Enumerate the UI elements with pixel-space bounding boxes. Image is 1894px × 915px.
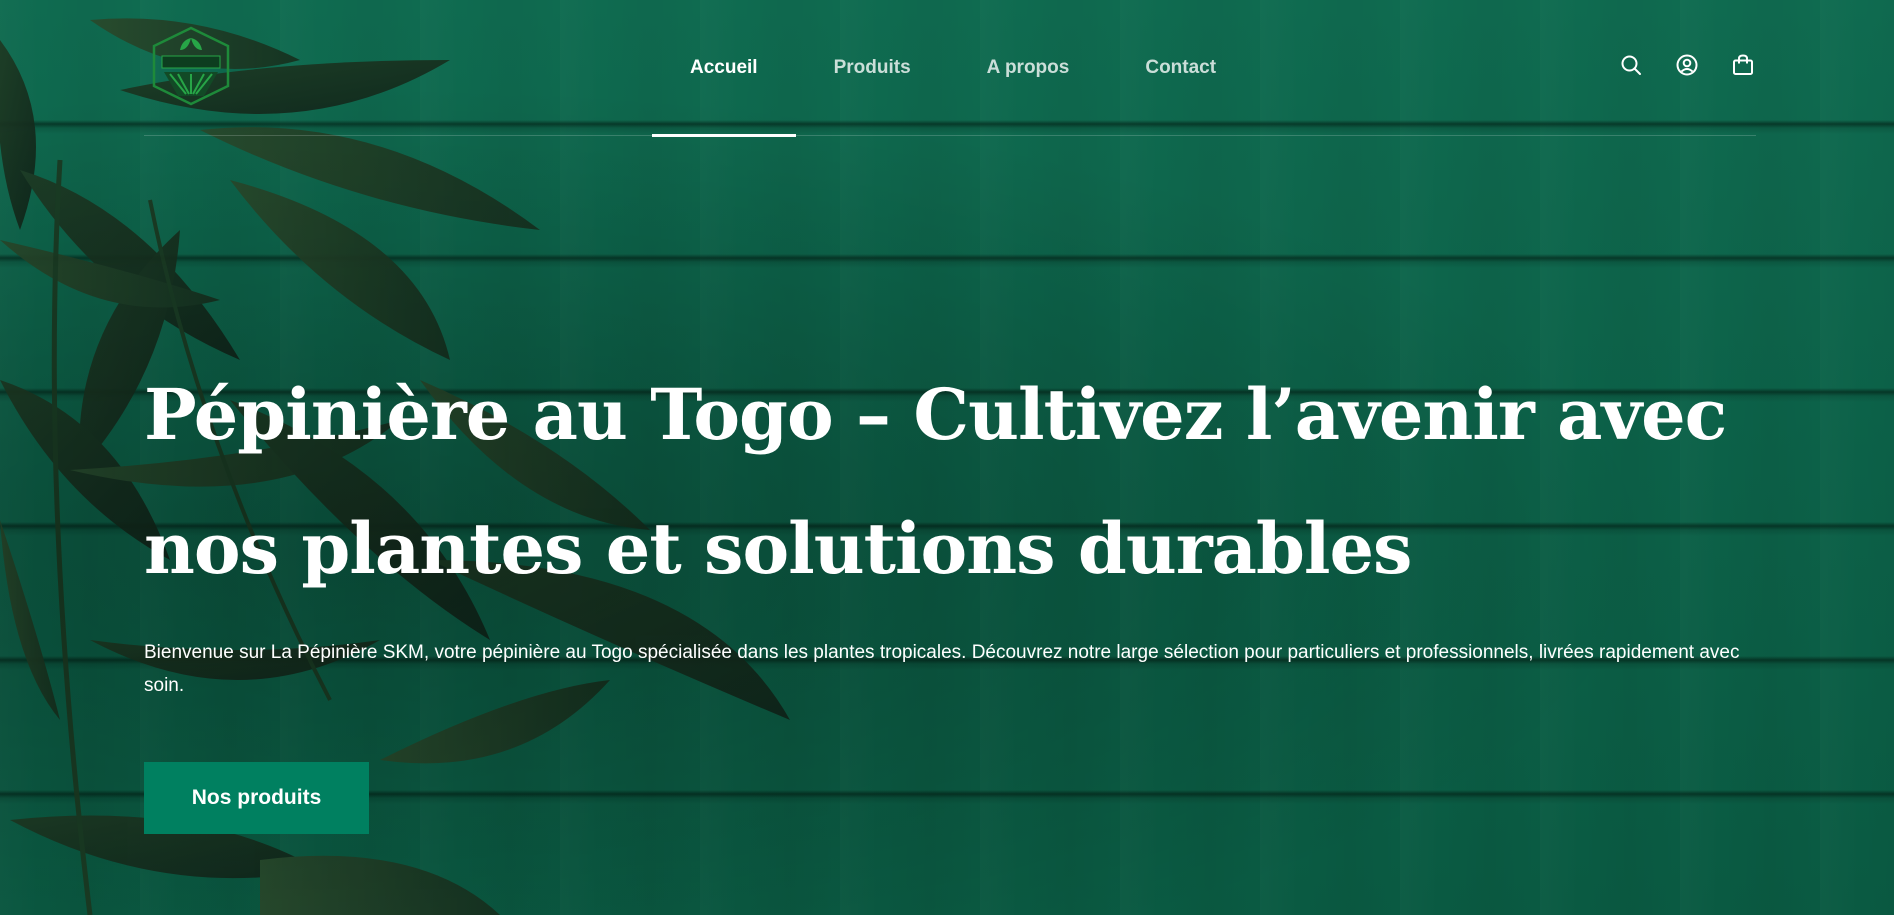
search-icon[interactable] <box>1618 52 1644 78</box>
main-nav: Accueil Produits A propos Contact <box>652 0 1254 137</box>
cart-icon[interactable] <box>1730 52 1756 78</box>
nav-a-propos[interactable]: A propos <box>949 0 1108 136</box>
hero-description: Bienvenue sur La Pépinière SKM, votre pé… <box>144 642 1740 696</box>
logo[interactable] <box>148 26 234 106</box>
header-icons <box>1618 52 1756 78</box>
hero-title: Pépinière au Togo – Cultivez l’avenir av… <box>144 373 1727 590</box>
nav-contact[interactable]: Contact <box>1107 0 1254 136</box>
nav-accueil[interactable]: Accueil <box>652 0 796 137</box>
site-header: Accueil Produits A propos Contact <box>144 0 1756 137</box>
hero-section: Pépinière au Togo – Cultivez l’avenir av… <box>144 348 1764 834</box>
account-icon[interactable] <box>1674 52 1700 78</box>
nav-produits[interactable]: Produits <box>796 0 949 136</box>
nos-produits-button[interactable]: Nos produits <box>144 762 369 834</box>
